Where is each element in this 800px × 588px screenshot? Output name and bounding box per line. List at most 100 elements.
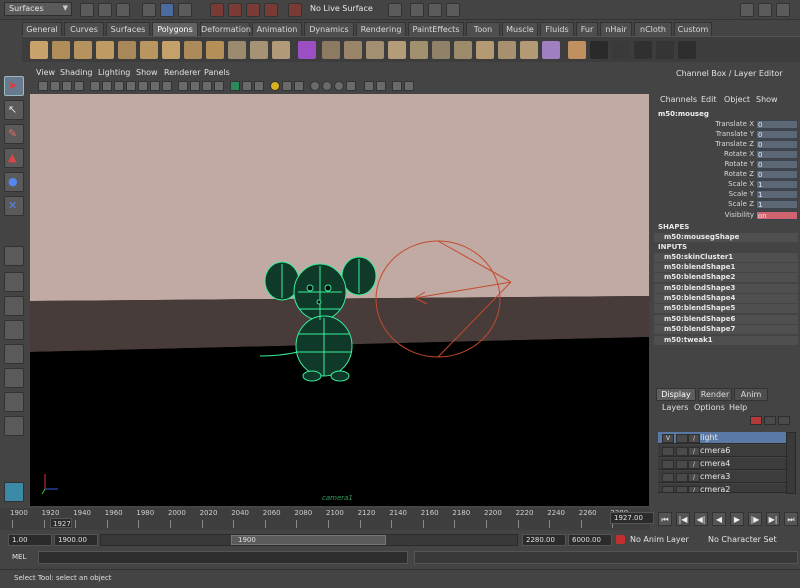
- layer-scrollbar[interactable]: [786, 432, 796, 494]
- go-to-end-button[interactable]: ⏭: [784, 512, 798, 526]
- current-frame-marker[interactable]: 1927: [50, 518, 72, 528]
- character-set-dropdown[interactable]: No Character Set: [708, 535, 777, 544]
- snap-view-plane-icon[interactable]: [264, 3, 278, 17]
- poly-pyramid-icon[interactable]: [184, 41, 202, 59]
- layout-custom[interactable]: [4, 416, 24, 436]
- save-scene-icon[interactable]: [116, 3, 130, 17]
- make-live-icon[interactable]: [288, 3, 302, 17]
- select-tool[interactable]: ➤: [4, 76, 24, 96]
- options-menu[interactable]: Options: [694, 403, 725, 412]
- input-node-blendshape5[interactable]: m50:blendShape5: [664, 304, 735, 312]
- step-back-key-button[interactable]: ◀|: [694, 512, 708, 526]
- range-slider[interactable]: 1900: [100, 534, 518, 546]
- attr-value-translate-x[interactable]: 0: [756, 120, 798, 129]
- safe-title-icon[interactable]: [162, 81, 172, 91]
- shape-node[interactable]: m50:mousegShape: [664, 233, 739, 241]
- range-handle[interactable]: 1900: [231, 535, 386, 545]
- time-slider[interactable]: 1900 1920 1940 1960 1980 2000 2020 2040 2060 2080…: [0, 508, 650, 530]
- ambient-occlusion-icon[interactable]: [322, 81, 332, 91]
- checker-icon[interactable]: [678, 41, 696, 59]
- poly-prism-icon[interactable]: [162, 41, 180, 59]
- step-forward-key-button[interactable]: |▶: [748, 512, 762, 526]
- layer-row-cmera6[interactable]: / cmera6: [658, 445, 786, 457]
- wireframe-icon[interactable]: [178, 81, 188, 91]
- shelf-tab-ncloth[interactable]: nCloth: [634, 22, 672, 36]
- attr-value-scale-y[interactable]: 1: [756, 190, 798, 199]
- rotate-tool[interactable]: ●: [4, 172, 24, 192]
- layer-color-swatch[interactable]: /: [688, 473, 700, 482]
- motion-blur-icon[interactable]: [334, 81, 344, 91]
- all-lights-icon[interactable]: [282, 81, 292, 91]
- xray-icon[interactable]: [242, 81, 252, 91]
- hud-icon[interactable]: [404, 81, 414, 91]
- grid-icon[interactable]: [90, 81, 100, 91]
- xray-joints-icon[interactable]: [376, 81, 386, 91]
- input-node-skincluster1[interactable]: m50:skinCluster1: [664, 253, 733, 261]
- layer-row-cmera4[interactable]: / cmera4: [658, 458, 786, 470]
- playback-start-field[interactable]: 1900.00: [54, 534, 98, 546]
- uv-planar-icon[interactable]: [568, 41, 586, 59]
- render-frame-icon[interactable]: [410, 3, 424, 17]
- select-hierarchy-icon[interactable]: [142, 3, 156, 17]
- toggle-panel-icon[interactable]: [740, 3, 754, 17]
- shelf-tab-custom[interactable]: Custom: [674, 22, 712, 36]
- poly-separate-icon[interactable]: [250, 41, 268, 59]
- poly-extract-icon[interactable]: [272, 41, 290, 59]
- smooth-shade-icon[interactable]: [190, 81, 200, 91]
- poly-combine-icon[interactable]: [228, 41, 246, 59]
- layout-persp-graph[interactable]: [4, 368, 24, 388]
- shelf-tab-rendering[interactable]: Rendering: [356, 22, 406, 36]
- shelf-tab-fur[interactable]: Fur: [576, 22, 598, 36]
- poly-cube-icon[interactable]: [52, 41, 70, 59]
- safe-action-icon[interactable]: [150, 81, 160, 91]
- shelf-tab-deformation[interactable]: Deformation: [200, 22, 251, 36]
- tab-anim[interactable]: Anim: [734, 388, 768, 401]
- uv-editor-icon[interactable]: [656, 41, 674, 59]
- layer-row-light[interactable]: V / light: [658, 432, 786, 444]
- new-scene-icon[interactable]: [80, 3, 94, 17]
- end-time-field[interactable]: 6000.00: [568, 534, 612, 546]
- shelf-tab-general[interactable]: General: [22, 22, 62, 36]
- flat-shade-icon[interactable]: [202, 81, 212, 91]
- attr-value-rotate-y[interactable]: 0: [756, 160, 798, 169]
- layer-row-cmera3[interactable]: / cmera3: [658, 471, 786, 483]
- attr-value-rotate-x[interactable]: 0: [756, 150, 798, 159]
- lasso-tool[interactable]: ↖: [4, 100, 24, 120]
- layer-visibility-toggle[interactable]: [662, 460, 674, 469]
- layers-menu[interactable]: Layers: [662, 403, 688, 412]
- resolution-gate-icon[interactable]: [114, 81, 124, 91]
- isolate-select-icon[interactable]: [364, 81, 374, 91]
- layer-playback-toggle[interactable]: [676, 434, 688, 443]
- play-backwards-button[interactable]: ◀: [712, 512, 726, 526]
- shelf-tab-fluids[interactable]: Fluids: [540, 22, 574, 36]
- extrude-icon[interactable]: [366, 41, 384, 59]
- default-light-icon[interactable]: [270, 81, 280, 91]
- multisample-icon[interactable]: [346, 81, 356, 91]
- layer-color-swatch[interactable]: /: [688, 447, 700, 456]
- show-menu[interactable]: Show: [756, 95, 778, 104]
- shelf-tab-nhair[interactable]: nHair: [600, 22, 632, 36]
- uv-spherical-icon[interactable]: [612, 41, 630, 59]
- wireframe-on-shaded-icon[interactable]: [230, 81, 240, 91]
- move-tool[interactable]: ▲: [4, 148, 24, 168]
- poly-plane-icon[interactable]: [118, 41, 136, 59]
- camera-attributes-icon[interactable]: [50, 81, 60, 91]
- input-node-tweak1[interactable]: m50:tweak1: [664, 336, 713, 344]
- layer-visibility-toggle[interactable]: [662, 447, 674, 456]
- mirror-geometry-icon[interactable]: [344, 41, 362, 59]
- shelf-tab-polygons[interactable]: Polygons: [152, 22, 198, 36]
- split-polygon-icon[interactable]: [432, 41, 450, 59]
- go-to-start-button[interactable]: ⏮: [658, 512, 672, 526]
- select-component-icon[interactable]: [178, 3, 192, 17]
- last-tool[interactable]: [4, 246, 24, 266]
- snap-grid-icon[interactable]: [210, 3, 224, 17]
- layer-options-icon[interactable]: [778, 416, 790, 425]
- layer-playback-toggle[interactable]: [676, 473, 688, 482]
- viewport-menu-shading[interactable]: Shading: [60, 68, 93, 77]
- poly-booleans-icon[interactable]: [322, 41, 340, 59]
- layout-outliner[interactable]: [4, 320, 24, 340]
- new-layer-selected-icon[interactable]: [764, 416, 776, 425]
- step-back-frame-button[interactable]: |◀: [676, 512, 690, 526]
- layer-color-swatch[interactable]: /: [688, 434, 700, 443]
- layer-row-cmera2[interactable]: / cmera2: [658, 484, 786, 493]
